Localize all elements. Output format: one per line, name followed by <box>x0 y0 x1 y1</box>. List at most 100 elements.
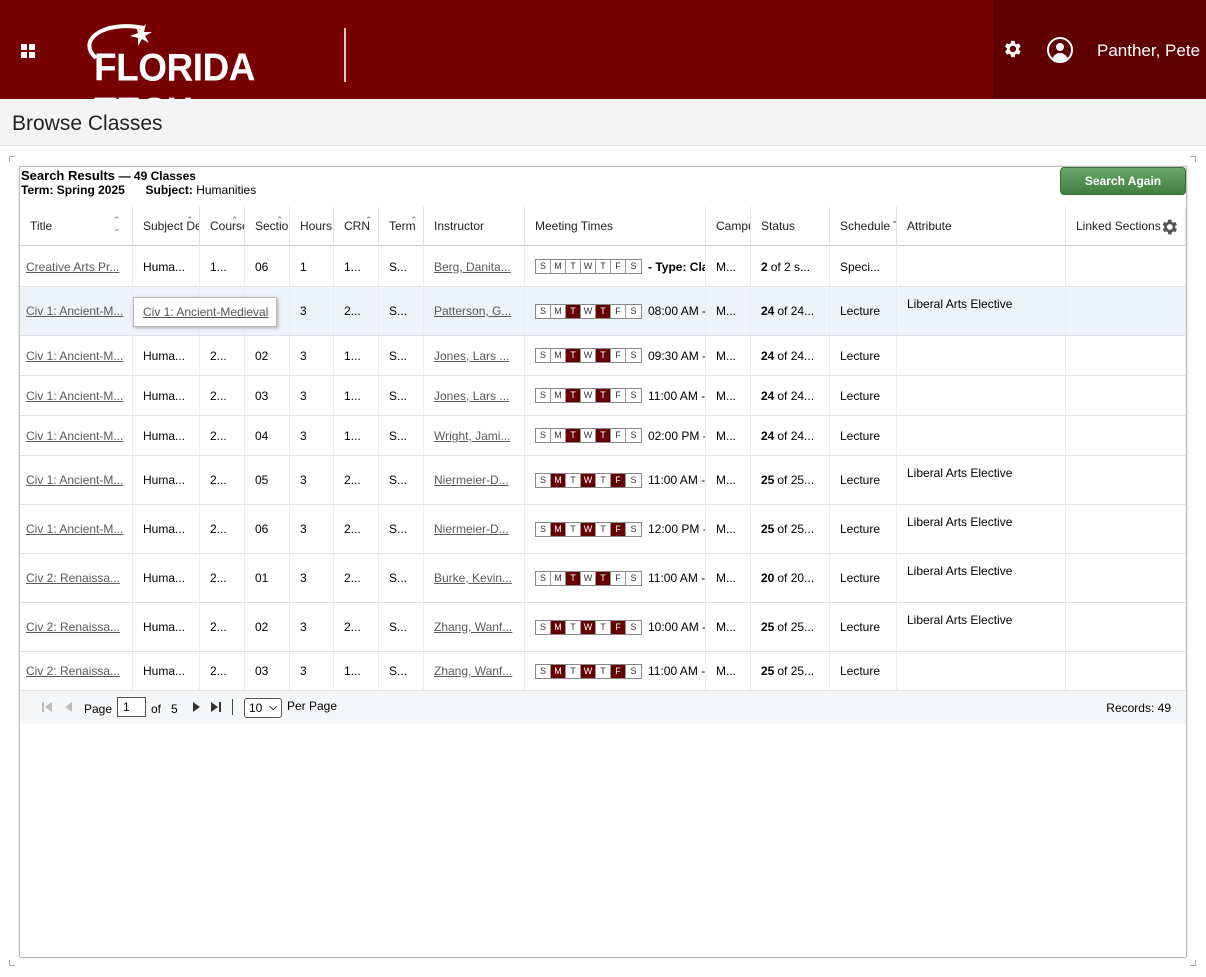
user-avatar-icon[interactable] <box>1047 37 1073 63</box>
course-title-link[interactable]: Civ 1: Ancient-M... <box>26 349 123 363</box>
cell-text: M... <box>716 522 736 536</box>
cell-instructor[interactable]: Burke, Kevin... <box>424 554 525 602</box>
cell-meeting-times: S M T W T F S 11:00 AM - <box>525 456 706 504</box>
table-row[interactable]: Civ 1: Ancient-M... Huma... 2... 05 3 2... S..… <box>20 456 1186 505</box>
page-number-input[interactable] <box>117 697 146 717</box>
instructor-link[interactable]: Zhang, Wanf... <box>434 664 512 678</box>
day-indicator: F <box>611 260 626 273</box>
day-indicator: F <box>611 473 626 487</box>
apps-grid-icon[interactable] <box>21 44 35 58</box>
first-page-icon[interactable] <box>41 701 53 713</box>
search-again-button[interactable]: Search Again <box>1060 167 1186 195</box>
column-header-section[interactable]: Section <box>245 207 290 246</box>
cell-instructor[interactable]: Niermeier-D... <box>424 505 525 553</box>
course-title-link[interactable]: Civ 1: Ancient-M... <box>26 389 123 403</box>
florida-tech-logo[interactable]: FLORIDA TECH <box>74 18 324 133</box>
user-name[interactable]: Panther, Pete <box>1097 41 1200 61</box>
column-header-crn[interactable]: CRN <box>334 207 379 246</box>
cell-text: M... <box>716 304 736 318</box>
prev-page-icon[interactable] <box>63 701 75 713</box>
day-indicator: F <box>611 304 626 318</box>
cell-text: Liberal Arts Elective <box>907 515 1013 529</box>
table-row[interactable]: Civ 2: Renaissa... Huma... 2... 01 3 2... S...… <box>20 554 1186 603</box>
cell-instructor[interactable]: Niermeier-D... <box>424 456 525 504</box>
sort-icon[interactable]: ⌃ <box>186 216 194 225</box>
day-indicator: T <box>596 260 611 273</box>
instructor-link[interactable]: Wright, Jami... <box>434 429 510 443</box>
column-header-course[interactable]: Course <box>200 207 245 246</box>
cell-title[interactable]: Creative Arts Pr... <box>20 247 133 286</box>
table-row[interactable]: Civ 1: Ancient-M... Huma... 2... 04 3 1... S..… <box>20 416 1186 456</box>
instructor-link[interactable]: Berg, Danita... <box>434 260 511 274</box>
column-header-hours[interactable]: Hours <box>290 207 334 246</box>
cell-instructor[interactable]: Zhang, Wanf... <box>424 603 525 651</box>
course-title-link[interactable]: Civ 1: Ancient-M... <box>26 473 123 487</box>
cell-instructor[interactable]: Wright, Jami... <box>424 416 525 455</box>
column-header-instructor[interactable]: Instructor <box>424 207 525 246</box>
cell-text: M... <box>716 259 736 274</box>
table-row[interactable]: Civ 2: Renaissa... Huma... 2... 02 3 2... S...… <box>20 603 1186 652</box>
table-row[interactable]: Civ 1: Ancient-M... Huma... 2... 06 3 2... S..… <box>20 505 1186 554</box>
column-header-campus[interactable]: Campus <box>706 207 751 246</box>
instructor-link[interactable]: Burke, Kevin... <box>434 571 512 585</box>
cell-section: 04 <box>245 416 290 455</box>
table-row[interactable]: Creative Arts Pr... Huma... 1... 06 1 1... S..… <box>20 247 1186 287</box>
column-header-status[interactable]: Status <box>751 207 830 246</box>
instructor-link[interactable]: Niermeier-D... <box>434 473 509 487</box>
course-title-link[interactable]: Civ 1: Ancient-M... <box>26 304 123 318</box>
cell-title[interactable]: Civ 1: Ancient-M... <box>20 416 133 455</box>
course-title-link[interactable]: Civ 2: Renaissa... <box>26 664 120 678</box>
cell-instructor[interactable]: Zhang, Wanf... <box>424 652 525 690</box>
instructor-link[interactable]: Niermeier-D... <box>434 522 509 536</box>
course-title-link[interactable]: Civ 2: Renaissa... <box>26 571 120 585</box>
cell-title[interactable]: Civ 2: Renaissa... <box>20 652 133 690</box>
table-row[interactable]: Civ 1: Ancient-M... Huma... 2... 02 3 1... S..… <box>20 336 1186 376</box>
course-title-link[interactable]: Civ 1: Ancient-M... <box>26 522 123 536</box>
cell-instructor[interactable]: Jones, Lars ... <box>424 376 525 415</box>
day-indicator: T <box>566 473 581 487</box>
last-page-icon[interactable] <box>210 701 222 713</box>
sort-icon[interactable]: ⌃ <box>410 216 418 225</box>
cell-title[interactable]: Civ 1: Ancient-M... <box>20 456 133 504</box>
sort-icon[interactable]: ⌃ <box>365 216 373 225</box>
cell-title[interactable]: Civ 1: Ancient-M... <box>20 505 133 553</box>
settings-gear-icon[interactable] <box>1001 38 1023 60</box>
cell-title[interactable]: Civ 1: Ancient-M... <box>20 287 133 335</box>
table-row[interactable]: Civ 1: Ancient-M... Huma... 2... 03 3 1... S..… <box>20 376 1186 416</box>
cell-title[interactable]: Civ 2: Renaissa... <box>20 603 133 651</box>
cell-title[interactable]: Civ 1: Ancient-M... <box>20 336 133 375</box>
instructor-link[interactable]: Jones, Lars ... <box>434 389 509 403</box>
per-page-select[interactable]: 10 ⌵ <box>244 698 282 718</box>
course-title-link[interactable]: Creative Arts Pr... <box>26 260 119 274</box>
cell-title[interactable]: Civ 1: Ancient-M... <box>20 376 133 415</box>
course-title-link[interactable]: Civ 1: Ancient-M... <box>26 429 123 443</box>
column-header-term[interactable]: Term <box>379 207 424 246</box>
day-indicator: T <box>566 620 581 634</box>
results-heading: Search Results — 49 Classes <box>21 168 196 184</box>
sort-icon[interactable]: ⌃ ⌄ <box>113 216 121 233</box>
sort-icon[interactable]: ⌃ <box>231 216 239 225</box>
table-row[interactable]: Civ 2: Renaissa... Huma... 2... 03 3 1... S...… <box>20 652 1186 691</box>
sort-icon[interactable]: ⌃ <box>276 216 284 225</box>
day-indicator: F <box>611 389 626 402</box>
cell-text: 3 <box>300 571 307 585</box>
cell-text: S... <box>389 620 408 634</box>
instructor-link[interactable]: Patterson, G... <box>434 304 511 318</box>
column-header-schedule-type[interactable]: Schedule T <box>830 207 897 246</box>
column-header-meeting-times[interactable]: Meeting Times <box>525 207 706 246</box>
cell-text: Lecture <box>840 428 881 443</box>
instructor-link[interactable]: Jones, Lars ... <box>434 349 509 363</box>
instructor-link[interactable]: Zhang, Wanf... <box>434 620 512 634</box>
cell-title[interactable]: Civ 2: Renaissa... <box>20 554 133 602</box>
course-title-link[interactable]: Civ 2: Renaissa... <box>26 620 120 634</box>
cell-crn: 1... <box>334 336 379 375</box>
subject-value: Humanities <box>196 183 257 197</box>
column-header-subject[interactable]: Subject De <box>133 207 200 246</box>
next-page-icon[interactable] <box>190 701 202 713</box>
cell-text: S... <box>389 428 408 443</box>
column-header-attribute[interactable]: Attribute <box>897 207 1066 246</box>
column-settings-gear-icon[interactable] <box>1159 217 1179 237</box>
cell-instructor[interactable]: Jones, Lars ... <box>424 336 525 375</box>
cell-instructor[interactable]: Berg, Danita... <box>424 247 525 286</box>
cell-instructor[interactable]: Patterson, G... <box>424 287 525 335</box>
